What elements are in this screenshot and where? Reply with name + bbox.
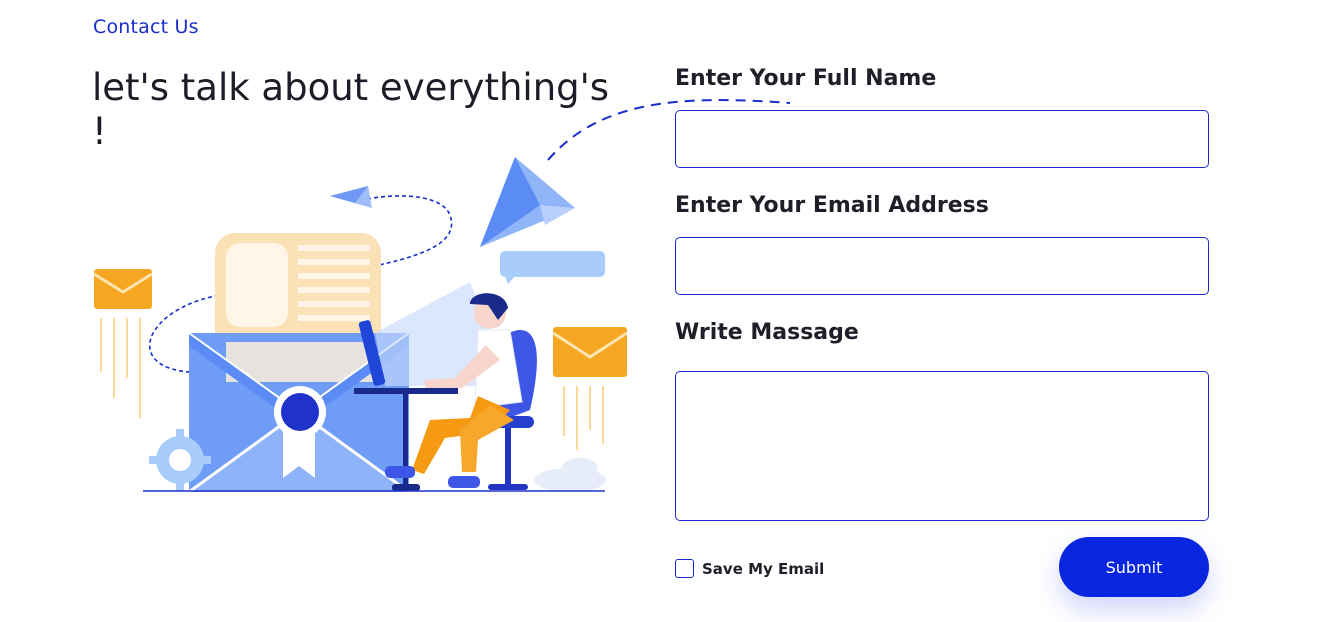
section-kicker: Contact Us (93, 16, 199, 38)
full-name-label: Enter Your Full Name (675, 66, 937, 91)
contact-page: Contact Us let's talk about everything's… (0, 0, 1317, 622)
paper-plane-icon-large (480, 157, 575, 247)
email-label: Enter Your Email Address (675, 193, 989, 218)
contact-form: Enter Your Full Name Enter Your Email Ad… (675, 0, 1209, 622)
full-name-input[interactable] (675, 110, 1209, 168)
submit-button[interactable]: Submit (1059, 537, 1209, 597)
message-label: Write Massage (675, 320, 859, 345)
email-input[interactable] (675, 237, 1209, 295)
envelope-icon-right (552, 327, 628, 450)
envelope-icon-left (93, 269, 153, 418)
cloud-icon (534, 458, 606, 492)
message-textarea[interactable] (675, 371, 1209, 521)
save-email-option[interactable]: Save My Email (675, 559, 824, 578)
save-email-label: Save My Email (702, 559, 825, 578)
save-email-checkbox[interactable] (675, 559, 694, 578)
paper-plane-icon-small (330, 186, 372, 208)
chat-bubble-icon (500, 251, 605, 284)
